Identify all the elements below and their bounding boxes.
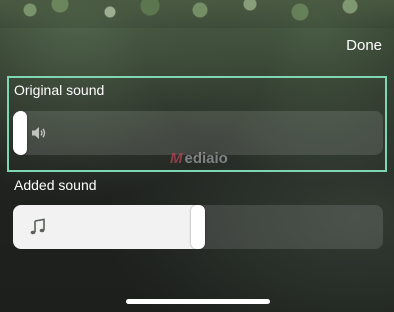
original-sound-slider[interactable] — [13, 111, 383, 155]
added-sound-label: Added sound — [14, 177, 97, 193]
done-button[interactable]: Done — [346, 37, 382, 54]
music-note-icon — [28, 217, 48, 237]
original-sound-slider-thumb[interactable] — [13, 111, 27, 155]
video-foliage-strip — [0, 0, 394, 28]
added-sound-slider[interactable] — [13, 205, 383, 249]
added-sound-slider-thumb[interactable] — [191, 205, 205, 249]
original-sound-label: Original sound — [14, 82, 105, 98]
watermark-logo: Mediaio — [170, 150, 228, 167]
speaker-icon — [29, 123, 49, 143]
home-indicator — [126, 299, 270, 304]
